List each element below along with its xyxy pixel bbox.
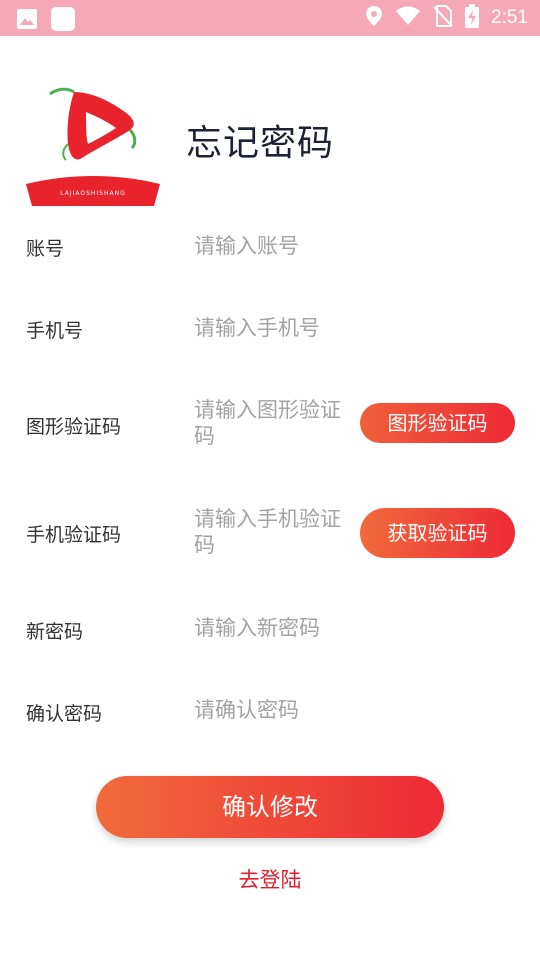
confirm-change-button[interactable]: 确认修改	[96, 776, 444, 838]
new-password-input[interactable]: 请输入新密码	[194, 615, 359, 641]
phone-label: 手机号	[26, 320, 84, 342]
no-sim-icon	[433, 5, 453, 31]
image-code-label: 图形验证码	[26, 416, 122, 438]
confirm-password-input[interactable]: 请确认密码	[194, 697, 359, 723]
account-input[interactable]: 请输入账号	[194, 233, 359, 259]
app-icon	[50, 6, 76, 36]
logo-tagline: LAJIAOSHISHANG	[60, 190, 126, 197]
image-code-input[interactable]: 请输入图形验证码	[194, 397, 359, 449]
wifi-icon	[395, 6, 421, 30]
gallery-icon	[16, 8, 38, 34]
get-sms-code-button[interactable]: 获取验证码	[360, 508, 515, 558]
image-code-button[interactable]: 图形验证码	[360, 403, 515, 443]
confirm-password-label: 确认密码	[26, 703, 103, 725]
sms-code-input[interactable]: 请输入手机验证码	[194, 506, 359, 558]
battery-charging-icon	[465, 4, 480, 32]
sms-code-label: 手机验证码	[26, 524, 122, 546]
brand-logo: LAJIAOSHISHANG	[22, 80, 164, 206]
go-login-link[interactable]: 去登陆	[0, 864, 540, 894]
status-bar: 2:51	[0, 0, 540, 36]
location-icon	[365, 5, 383, 31]
status-time: 2:51	[491, 7, 528, 28]
account-label: 账号	[26, 238, 65, 260]
phone-input[interactable]: 请输入手机号	[194, 315, 359, 341]
new-password-label: 新密码	[26, 621, 84, 643]
page-title: 忘记密码	[186, 123, 335, 164]
